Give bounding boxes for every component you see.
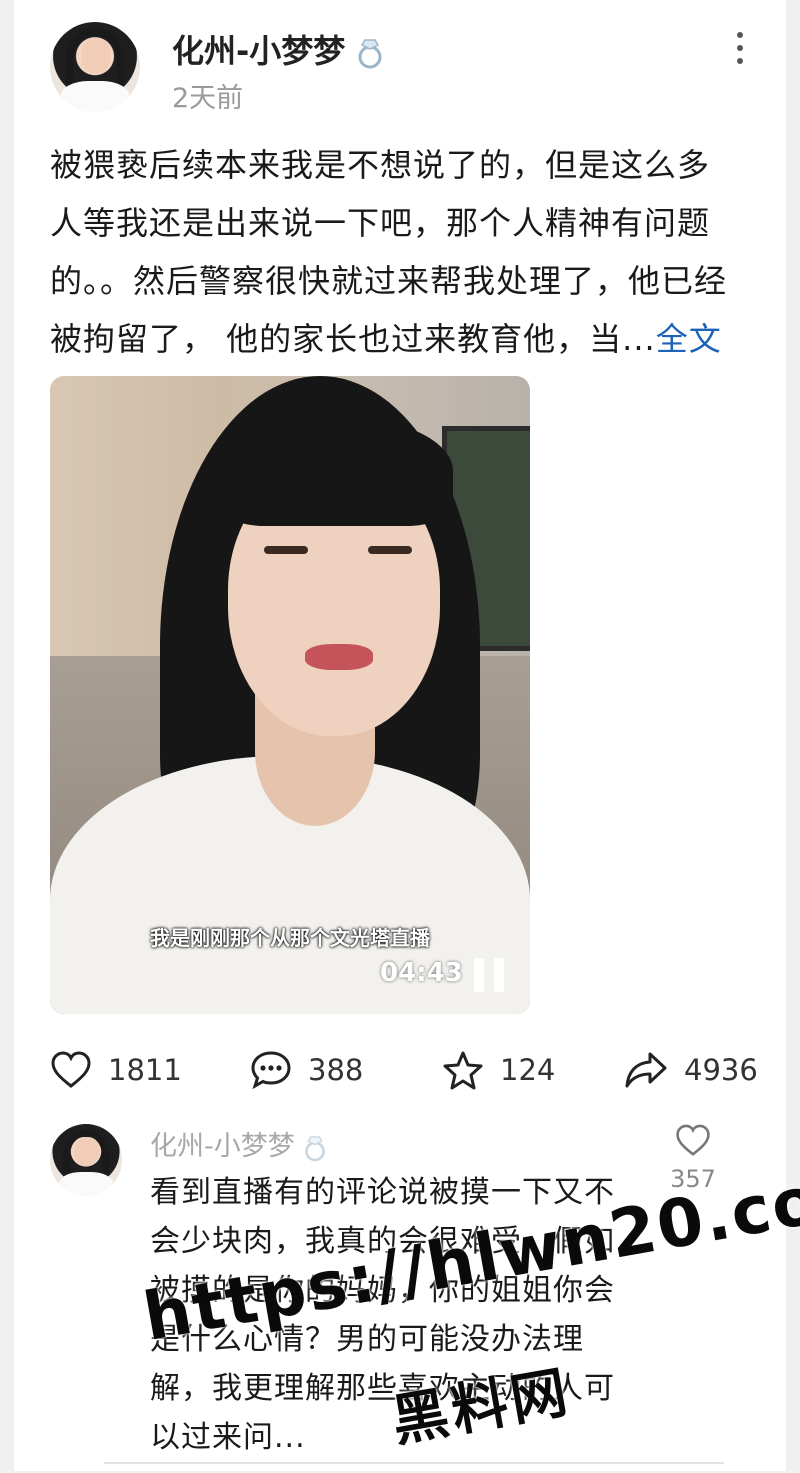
- bangs: [218, 416, 453, 526]
- video-player[interactable]: 我是刚刚那个从那个文光塔直播 04:43: [50, 376, 530, 1014]
- comment-author[interactable]: 化州-小梦梦: [150, 1124, 327, 1163]
- favorite-button[interactable]: 124: [442, 1048, 555, 1092]
- post-time: 2天前: [172, 83, 244, 114]
- author-name-text: 化州-小梦梦: [172, 32, 346, 70]
- right-eye: [368, 546, 412, 554]
- like-button[interactable]: 1811: [50, 1048, 182, 1092]
- ring-icon: [305, 1135, 326, 1161]
- comment-author-text: 化州-小梦梦: [150, 1131, 295, 1162]
- comment-count: 388: [308, 1053, 364, 1087]
- ring-icon: [358, 39, 382, 69]
- more-options-icon[interactable]: [722, 26, 758, 70]
- author-avatar[interactable]: [50, 22, 140, 112]
- divider: [104, 1462, 724, 1473]
- post-text: 被猥亵后续本来我是不想说了的，但是这么多人等我还是出来说一下吧，那个人精神有问题…: [50, 136, 740, 368]
- comment-bubble-icon: [251, 1051, 291, 1090]
- video-subtitle: 我是刚刚那个从那个文光塔直播: [150, 926, 430, 950]
- favorite-count: 124: [500, 1053, 556, 1087]
- post-body: 被猥亵后续本来我是不想说了的，但是这么多人等我还是出来说一下吧，那个人精神有问题…: [50, 146, 728, 358]
- comment-button[interactable]: 388: [250, 1048, 363, 1092]
- share-button[interactable]: 4936: [624, 1048, 758, 1092]
- left-eye: [264, 546, 308, 554]
- share-count: 4936: [684, 1053, 758, 1087]
- star-icon: [443, 1051, 483, 1090]
- like-count: 1811: [108, 1053, 182, 1087]
- video-duration: 04:43: [380, 958, 463, 988]
- heart-icon: [676, 1124, 710, 1156]
- lips: [305, 644, 373, 670]
- author-name[interactable]: 化州-小梦梦: [172, 26, 384, 72]
- pause-icon[interactable]: [472, 958, 508, 992]
- comment-avatar[interactable]: [50, 1124, 122, 1196]
- share-arrow-icon: [625, 1052, 667, 1088]
- heart-icon: [51, 1051, 91, 1088]
- full-text-link[interactable]: 全文: [656, 320, 722, 358]
